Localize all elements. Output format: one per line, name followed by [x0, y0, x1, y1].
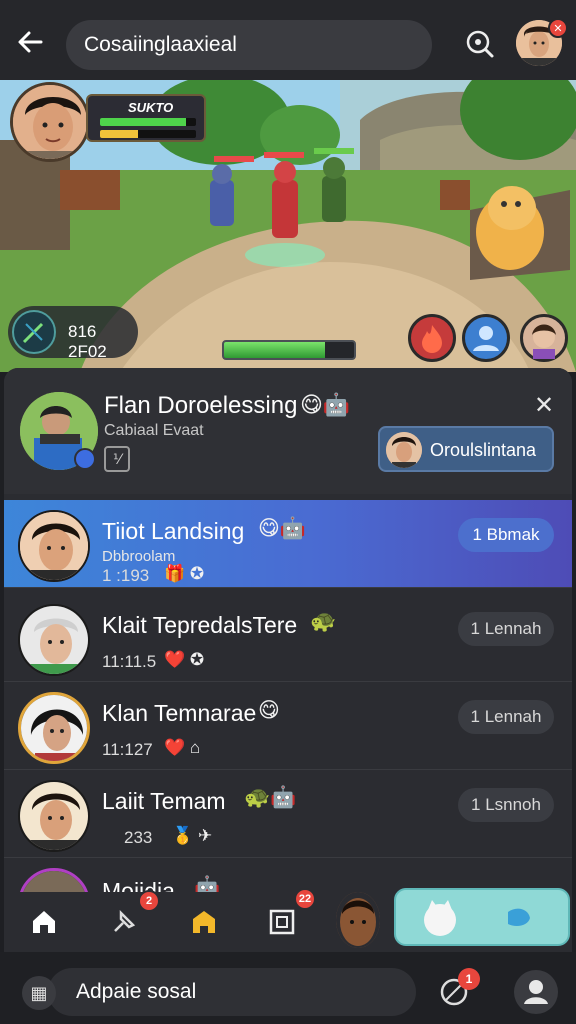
- grid-icon[interactable]: ▦: [22, 976, 56, 1010]
- score-chip[interactable]: 816 2F02: [8, 306, 138, 361]
- chat-row-time: 11:127: [102, 740, 153, 759]
- fire-icon: [422, 325, 442, 353]
- person-icon: [473, 326, 499, 351]
- chat-row-time: 11:11.5: [102, 652, 157, 671]
- hp-bar-fill: [100, 118, 187, 126]
- top-bar: Cosaiinglaaxieal ✕: [0, 0, 576, 80]
- nav-home[interactable]: [20, 898, 68, 946]
- online-user-pill[interactable]: Oroulslintana: [378, 426, 554, 472]
- chat-row-name: Klan Temnarae: [102, 700, 257, 726]
- hero-avatar[interactable]: [10, 82, 90, 162]
- composer-placeholder: Adpaie sosal: [76, 980, 197, 1003]
- mana-bar-fill: [100, 130, 139, 138]
- chat-row-avatar: [18, 692, 90, 764]
- chat-row-name: Tiiot Landsing: [102, 518, 245, 544]
- chat-sheet: Flan Doroelessing 😋🤖 Cabiaal Evaat ⅟ ✕ O…: [4, 368, 572, 898]
- hero-status-panel: SUKTO: [86, 94, 206, 142]
- compass-icon: [12, 310, 56, 354]
- chat-row-emojis: 😋: [258, 699, 280, 722]
- chat-row-name: Klait TepredalsTere: [102, 612, 298, 638]
- verified-badge: [74, 448, 96, 470]
- companion-face-icon: [532, 324, 556, 359]
- nav-base[interactable]: [180, 898, 228, 946]
- nav-pets-pill[interactable]: [394, 888, 570, 946]
- chat-row-avatar: [18, 510, 90, 582]
- user-icon: [524, 980, 548, 1004]
- search-field-text: Cosaiinglaaxieal: [84, 33, 237, 56]
- search-field[interactable]: Cosaiinglaaxieal: [66, 20, 432, 70]
- xp-bar-fill: [224, 342, 326, 358]
- mana-bar: [100, 130, 196, 138]
- party-button[interactable]: [462, 314, 510, 362]
- notification-badge: ✕: [548, 18, 568, 38]
- chat-row-emojis: 🐢🤖: [244, 786, 297, 809]
- chat-row-emojis: 😋🤖: [258, 517, 307, 540]
- close-button[interactable]: ✕: [530, 392, 558, 420]
- online-user-name: Oroulslintana: [430, 440, 537, 460]
- composer-input[interactable]: Adpaie sosal: [48, 968, 416, 1016]
- nav-profile-avatar[interactable]: [336, 892, 380, 948]
- chat-subtitle: Cabiaal Evaat: [104, 422, 204, 439]
- hp-bar: [100, 118, 196, 126]
- chat-row-avatar: [18, 780, 90, 852]
- castle-icon: [193, 911, 215, 933]
- chat-row-preview: Dbbroolam: [102, 548, 176, 565]
- chat-row-tag: 1 Lsnnoh: [458, 788, 554, 822]
- online-user-avatar: [386, 432, 422, 468]
- home-icon: [33, 911, 55, 933]
- chat-row[interactable]: Laiit Temam 🐢🤖 233 🥇 ✈ 1 Lsnnoh: [4, 770, 572, 858]
- companion-avatar[interactable]: [520, 314, 568, 362]
- chat-row-time: 233: [124, 828, 153, 847]
- chat-row-tag: 1 Bbmak: [458, 518, 554, 552]
- chat-row-emojis: 🐢: [310, 610, 337, 633]
- hero-name: SUKTO: [128, 100, 174, 115]
- chat-row[interactable]: Tiiot Landsing 😋🤖 Dbbroolam 1 :193 🎁 ✪ 1…: [4, 500, 572, 588]
- chat-row[interactable]: Klait TepredalsTere 🐢 11:11.5 ❤️ ✪ 1 Len…: [4, 594, 572, 682]
- chat-row-time: 1 :193: [102, 566, 150, 585]
- chat-row-tag: 1 Lennah: [458, 612, 554, 646]
- chat-row-icons: ❤️ ✪: [164, 650, 205, 669]
- bottom-nav: 2 22: [4, 888, 572, 952]
- chat-row-tag: 1 Lennah: [458, 700, 554, 734]
- chat-row-icons: ❤️ ⌂: [164, 738, 201, 757]
- chat-row[interactable]: Klan Temnarae 😋 11:127 ❤️ ⌂ 1 Lennah: [4, 682, 572, 770]
- lens-icon: [466, 30, 494, 58]
- chat-row-name: Laiit Temam: [102, 788, 226, 814]
- pets-icon: [424, 900, 530, 936]
- chat-row-icons: 🥇 ✈: [172, 826, 213, 845]
- members-icon[interactable]: ⅟: [104, 446, 130, 472]
- chat-row-avatar: [18, 604, 90, 676]
- chat-row-icons: 🎁 ✪: [164, 564, 205, 583]
- fire-skill-button[interactable]: [408, 314, 456, 362]
- user-profile-button[interactable]: [514, 970, 558, 1014]
- nav-frame-badge: 22: [294, 888, 316, 910]
- chat-header: Flan Doroelessing 😋🤖 Cabiaal Evaat ⅟ ✕ O…: [4, 368, 572, 494]
- composer-badge: 1: [458, 968, 480, 990]
- game-scene[interactable]: SUKTO 816 2F02: [0, 80, 576, 372]
- nav-tools-badge: 2: [138, 890, 160, 912]
- chat-title-emojis: 😋🤖: [300, 392, 351, 417]
- back-button[interactable]: [12, 24, 48, 60]
- xp-bar: [222, 340, 356, 360]
- chat-title: Flan Doroelessing: [104, 392, 298, 419]
- lens-button[interactable]: [462, 26, 498, 62]
- pin-icon: [114, 909, 136, 932]
- app-root: Cosaiinglaaxieal ✕ SUKTO 816 2F02 Flan D…: [0, 0, 576, 1024]
- frame-icon: [269, 909, 295, 935]
- back-arrow-icon: [18, 31, 43, 53]
- score-value: 816 2F02: [68, 322, 107, 361]
